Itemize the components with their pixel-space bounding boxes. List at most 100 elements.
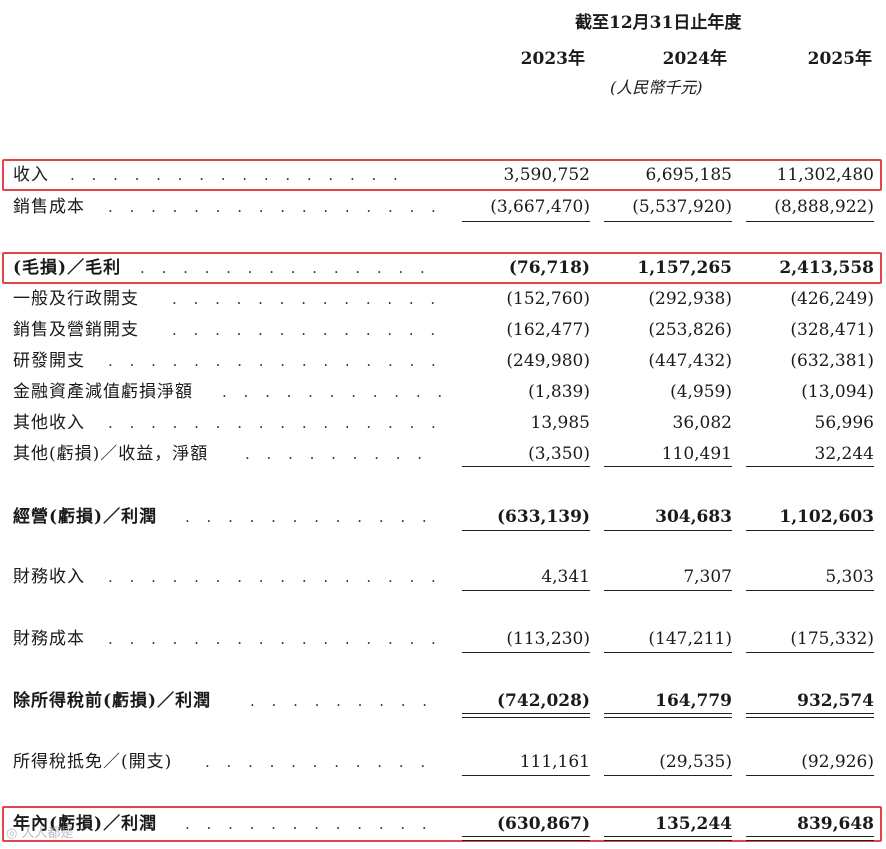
- value-2025: (13,094): [801, 382, 874, 402]
- subtotal-rule: [746, 466, 874, 467]
- value-2025: (426,249): [790, 289, 874, 309]
- double-rule: [462, 713, 590, 718]
- currency-unit: (人民幣千元): [610, 78, 703, 97]
- value-2024: 135,244: [655, 814, 732, 834]
- row-label: 所得稅抵免／(開支): [13, 752, 173, 772]
- leader-dots: . . . . . . . . . . . . . . . . . . . . …: [205, 753, 440, 771]
- value-2023: (1,839): [528, 382, 590, 402]
- value-2023: (633,139): [497, 507, 590, 527]
- subtotal-rule: [462, 775, 590, 776]
- period-header: 截至12月31日止年度: [575, 13, 742, 33]
- value-2023: (76,718): [508, 258, 590, 278]
- value-2025: (8,888,922): [774, 197, 874, 217]
- leader-dots: . . . . . . . . . . . . . . . . . . . . …: [250, 692, 440, 710]
- row-operating-profit: 經營(虧損)／利潤 . . . . . . . . . . . . . . . …: [0, 502, 886, 532]
- value-2024: 7,307: [683, 567, 732, 587]
- value-2024: 6,695,185: [645, 165, 732, 185]
- row-label: 一般及行政開支: [13, 289, 139, 309]
- subtotal-rule: [746, 775, 874, 776]
- subtotal-rule: [462, 590, 590, 591]
- leader-dots: . . . . . . . . . . . . . . . . . . . . …: [185, 508, 440, 526]
- row-net-profit: 年內(虧損)／利潤 . . . . . . . . . . . . . . . …: [0, 809, 886, 839]
- leader-dots: . . . . . . . . . . . . . . . . . . . . …: [185, 815, 440, 833]
- subtotal-rule: [746, 530, 874, 531]
- value-2024: 1,157,265: [637, 258, 732, 278]
- leader-dots: . . . . . . . . . . . . . . . . . . . . …: [140, 259, 440, 277]
- leader-dots: . . . . . . . . . . . . . . . . . . . . …: [70, 166, 400, 184]
- value-2023: (3,350): [528, 444, 590, 464]
- leader-dots: . . . . . . . . . . . . . . . . . . . . …: [108, 198, 438, 216]
- watermark: ◎ 人人都是: [6, 826, 74, 841]
- value-2024: 304,683: [655, 507, 732, 527]
- value-2025: 2,413,558: [779, 258, 874, 278]
- subtotal-rule: [462, 530, 590, 531]
- subtotal-rule: [462, 466, 590, 467]
- year-2025-header: 2025年: [807, 49, 872, 69]
- row-label: 財務成本: [13, 629, 85, 649]
- value-2024: (292,938): [648, 289, 732, 309]
- subtotal-rule: [604, 466, 732, 467]
- row-revenue: 收入 . . . . . . . . . . . . . . . . . . .…: [0, 160, 886, 190]
- row-label: 其他(虧損)／收益，淨額: [13, 444, 209, 464]
- row-other-income: 其他收入 . . . . . . . . . . . . . . . . . .…: [0, 408, 886, 438]
- year-2024-header: 2024年: [662, 49, 727, 69]
- value-2023: (113,230): [506, 629, 590, 649]
- double-rule: [462, 836, 590, 841]
- value-2024: (253,826): [648, 320, 732, 340]
- row-label: 銷售成本: [13, 197, 85, 217]
- subtotal-rule: [604, 530, 732, 531]
- value-2025: (632,381): [790, 351, 874, 371]
- double-rule: [746, 713, 874, 718]
- value-2025: 5,303: [825, 567, 874, 587]
- value-2025: (328,471): [790, 320, 874, 340]
- row-profit-before-tax: 除所得稅前(虧損)／利潤 . . . . . . . . . . . . . .…: [0, 686, 886, 716]
- value-2025: 932,574: [797, 691, 874, 711]
- value-2024: (147,211): [648, 629, 732, 649]
- leader-dots: . . . . . . . . . . . . . . . . . . . . …: [172, 290, 442, 308]
- leader-dots: . . . . . . . . . . . . . . . . . . . . …: [108, 568, 438, 586]
- row-gross-profit: (毛損)／毛利 . . . . . . . . . . . . . . . . …: [0, 253, 886, 283]
- row-finance-costs: 財務成本 . . . . . . . . . . . . . . . . . .…: [0, 624, 886, 654]
- value-2025: (92,926): [801, 752, 874, 772]
- value-2025: 32,244: [814, 444, 874, 464]
- row-g-and-a-expenses: 一般及行政開支 . . . . . . . . . . . . . . . . …: [0, 284, 886, 314]
- value-2023: 3,590,752: [503, 165, 590, 185]
- leader-dots: . . . . . . . . . . . . . . . . . . . . …: [108, 630, 438, 648]
- subtotal-rule: [604, 652, 732, 653]
- value-2024: 164,779: [655, 691, 732, 711]
- row-label: 金融資產減值虧損淨額: [13, 382, 193, 402]
- value-2023: 13,985: [530, 413, 590, 433]
- value-2023: (3,667,470): [490, 197, 590, 217]
- value-2024: 36,082: [672, 413, 732, 433]
- subtotal-rule: [462, 221, 590, 222]
- double-rule: [604, 836, 732, 841]
- row-label: 銷售及營銷開支: [13, 320, 139, 340]
- leader-dots: . . . . . . . . . . . . . . . . . . . . …: [172, 321, 442, 339]
- row-label: (毛損)／毛利: [13, 258, 122, 278]
- value-2025: 1,102,603: [779, 507, 874, 527]
- value-2023: (742,028): [497, 691, 590, 711]
- subtotal-rule: [746, 652, 874, 653]
- leader-dots: . . . . . . . . . . . . . . . . . . . . …: [108, 414, 438, 432]
- value-2024: (447,432): [648, 351, 732, 371]
- value-2023: (162,477): [506, 320, 590, 340]
- value-2024: 110,491: [661, 444, 732, 464]
- value-2023: 4,341: [541, 567, 590, 587]
- row-label: 財務收入: [13, 567, 85, 587]
- subtotal-rule: [746, 221, 874, 222]
- subtotal-rule: [746, 590, 874, 591]
- row-impairment-losses: 金融資產減值虧損淨額 . . . . . . . . . . . . . . .…: [0, 377, 886, 407]
- row-label: 經營(虧損)／利潤: [13, 507, 158, 527]
- row-income-tax: 所得稅抵免／(開支) . . . . . . . . . . . . . . .…: [0, 747, 886, 777]
- value-2025: 839,648: [797, 814, 874, 834]
- row-other-gains-losses: 其他(虧損)／收益，淨額 . . . . . . . . . . . . . .…: [0, 439, 886, 469]
- leader-dots: . . . . . . . . . . . . . . . . . . . . …: [245, 445, 440, 463]
- value-2025: 11,302,480: [776, 165, 874, 185]
- row-label: 研發開支: [13, 351, 85, 371]
- subtotal-rule: [604, 590, 732, 591]
- row-label: 除所得稅前(虧損)／利潤: [13, 691, 212, 711]
- value-2024: (29,535): [659, 752, 732, 772]
- value-2024: (4,959): [670, 382, 732, 402]
- value-2023: (630,867): [497, 814, 590, 834]
- subtotal-rule: [462, 652, 590, 653]
